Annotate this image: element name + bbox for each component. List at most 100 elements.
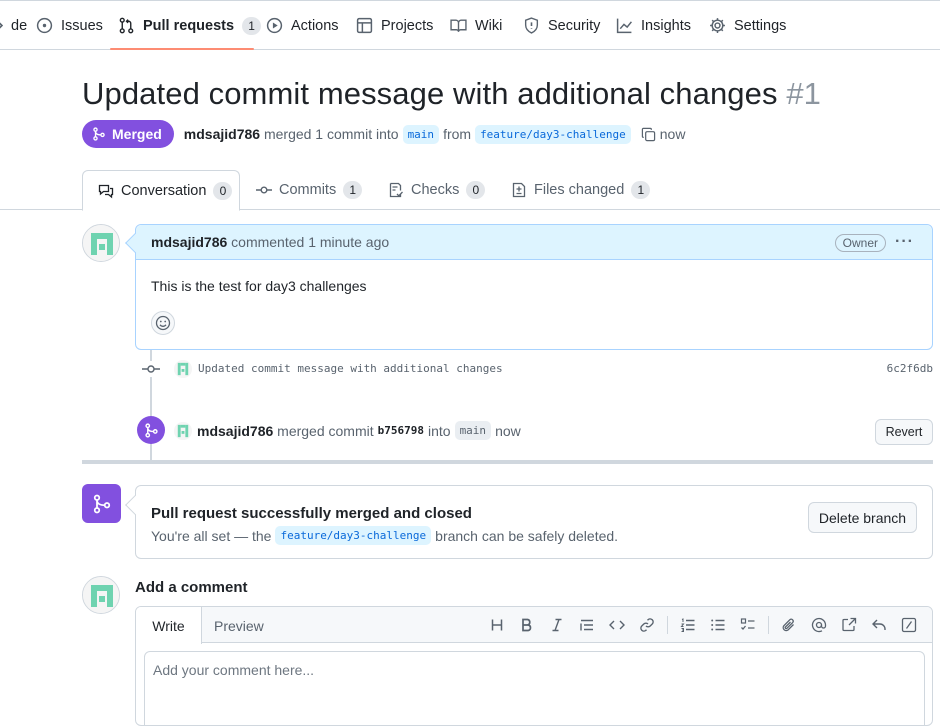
nav-issues-label: Issues (61, 17, 103, 34)
add-reaction-button[interactable] (151, 311, 175, 335)
merge-event-into: into (427, 422, 451, 439)
merge-event-author-link[interactable]: mdsajid786 (197, 423, 273, 439)
tab-files-changed-count: 1 (631, 181, 651, 199)
checklist-icon (389, 182, 403, 198)
timeline-commit-icon (142, 361, 160, 377)
git-commit-icon (256, 186, 272, 194)
heading-icon[interactable] (482, 611, 512, 639)
nav-issues[interactable]: Issues (36, 1, 103, 50)
comment-discussion-icon (98, 184, 114, 198)
commit-author-avatar[interactable] (174, 360, 192, 378)
nav-wiki[interactable]: Wiki (450, 1, 502, 50)
copy-icon[interactable] (641, 127, 656, 142)
tab-commits[interactable]: Commits 1 (256, 170, 363, 210)
merge-event-time[interactable]: now (495, 423, 521, 439)
timeline-divider (82, 460, 933, 464)
pr-author-link[interactable]: mdsajid786 (184, 126, 260, 142)
comment-editor: Write Preview (135, 606, 933, 726)
nav-insights[interactable]: Insights (616, 1, 691, 50)
slash-command-icon[interactable] (894, 611, 924, 639)
merge-status-subtitle-after: branch can be safely deleted. (435, 527, 619, 544)
tab-checks-label: Checks (411, 182, 460, 198)
add-comment-heading: Add a comment (135, 579, 248, 596)
git-merge-icon (93, 494, 110, 513)
nav-code[interactable]: de (0, 1, 27, 50)
current-user-avatar[interactable] (82, 576, 120, 614)
commit-message-link[interactable]: Updated commit message with additional c… (198, 362, 503, 375)
merge-status-branch-tag[interactable]: feature/day3-challenge (275, 526, 432, 545)
pr-title: Updated commit message with additional c… (82, 76, 821, 112)
nav-settings[interactable]: Settings (709, 1, 786, 50)
identicon-small-icon (174, 422, 192, 440)
nav-security[interactable]: Security (523, 1, 600, 50)
unordered-list-icon[interactable] (703, 611, 733, 639)
kebab-horizontal-icon[interactable]: ··· (895, 233, 914, 251)
issue-opened-icon (36, 17, 53, 34)
pr-state-row: Merged mdsajid786 merged 1 commit into m… (82, 120, 685, 148)
owner-role-badge: Owner (834, 234, 886, 252)
merge-event-text: mdsajid786 merged commit b756798 into ma… (197, 421, 521, 440)
gear-icon (710, 18, 725, 33)
tab-files-changed-label: Files changed (534, 182, 625, 198)
tasklist-icon[interactable] (733, 611, 763, 639)
merge-status-title: Pull request successfully merged and clo… (151, 505, 472, 522)
merge-status-box: Pull request successfully merged and clo… (135, 485, 933, 559)
merge-commit-sha-link[interactable]: b756798 (378, 424, 424, 437)
tab-conversation-label: Conversation (121, 182, 207, 199)
shield-icon (524, 17, 539, 34)
nav-projects[interactable]: Projects (356, 1, 433, 50)
comment-timestamp[interactable]: commented 1 minute ago (231, 234, 389, 250)
comment-author-link[interactable]: mdsajid786 (151, 234, 227, 250)
cross-reference-icon[interactable] (834, 611, 864, 639)
merge-event-branch-tag[interactable]: main (454, 421, 492, 440)
nav-security-label: Security (548, 17, 601, 34)
graph-icon (616, 18, 632, 34)
revert-button[interactable]: Revert (875, 419, 933, 445)
head-branch-tag[interactable]: feature/day3-challenge (475, 124, 631, 144)
book-icon (450, 19, 467, 33)
ordered-list-icon[interactable] (673, 611, 703, 639)
active-tab-underline (110, 48, 254, 50)
tab-write[interactable]: Write (136, 607, 202, 644)
link-icon[interactable] (632, 611, 662, 639)
tab-commits-count: 1 (343, 181, 363, 199)
base-branch-tag[interactable]: main (402, 124, 440, 144)
tab-conversation[interactable]: Conversation 0 (82, 170, 240, 211)
nav-projects-label: Projects (381, 17, 434, 34)
git-merge-icon (144, 422, 158, 438)
repo-nav: de Issues Pull requests 1 Actions Projec… (0, 0, 940, 50)
merger-avatar[interactable] (174, 422, 192, 440)
nav-pull-requests[interactable]: Pull requests 1 (118, 1, 262, 50)
tab-preview[interactable]: Preview (214, 607, 264, 644)
quote-icon[interactable] (572, 611, 602, 639)
play-icon (266, 17, 283, 34)
avatar[interactable] (82, 224, 120, 262)
pull-requests-count: 1 (242, 16, 262, 35)
git-merge-icon (93, 127, 105, 141)
tab-checks-count: 0 (466, 181, 486, 199)
pr-title-text: Updated commit message with additional c… (82, 76, 778, 111)
tab-checks[interactable]: Checks 0 (388, 170, 486, 210)
tab-files-changed[interactable]: Files changed 1 (511, 170, 651, 210)
pr-from-text: from (443, 126, 472, 142)
mention-icon[interactable] (804, 611, 834, 639)
toolbar-divider (667, 616, 668, 634)
bold-icon[interactable] (512, 611, 542, 639)
markdown-toolbar (482, 607, 924, 643)
merge-status-subtitle-before: You're all set — the (151, 527, 272, 544)
nav-code-label: de (11, 17, 28, 34)
commit-sha-link[interactable]: 6c2f6db (887, 362, 933, 375)
nav-actions[interactable]: Actions (266, 1, 339, 50)
file-diff-icon (512, 182, 526, 198)
nav-wiki-label: Wiki (475, 17, 503, 34)
code-icon[interactable] (602, 611, 632, 639)
italic-icon[interactable] (542, 611, 572, 639)
reply-icon[interactable] (864, 611, 894, 639)
merged-state-badge: Merged (82, 120, 174, 148)
delete-branch-button[interactable]: Delete branch (808, 502, 917, 533)
identicon-icon (83, 577, 119, 613)
nav-insights-label: Insights (641, 17, 691, 34)
tab-commits-label: Commits (279, 182, 337, 198)
paperclip-icon[interactable] (774, 611, 804, 639)
table-icon (356, 17, 373, 34)
